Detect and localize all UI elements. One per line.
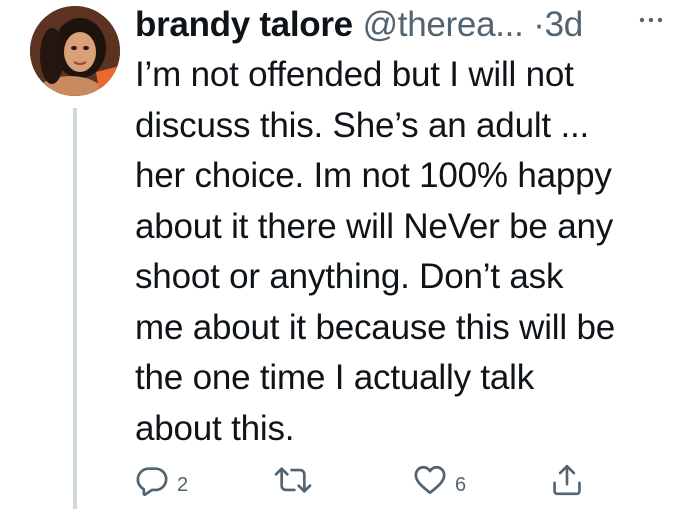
tweet-text: I’m not offended but I will not discuss … [135,50,695,454]
like-count: 6 [455,473,467,496]
retweet-button[interactable] [273,455,321,505]
like-button[interactable]: 6 [413,455,466,505]
author-handle[interactable]: @therea... [363,5,524,44]
retweet-icon [274,467,312,493]
avatar[interactable] [30,6,120,96]
heart-icon [414,465,446,495]
more-icon [639,17,663,23]
reply-icon [136,467,168,496]
author-name[interactable]: brandy talore [135,5,353,44]
tweet-text-line: shoot or anything. Don’t ask [135,257,564,296]
tweet-text-line: her choice. Im not 100% happy [135,156,612,195]
tweet-text-line: I’m not offended but I will not [135,55,574,94]
tweet-text-line: about this. [135,408,295,448]
action-bar: 2 6 [0,455,700,505]
tweet-text-line: me about it because this will be [135,307,615,347]
share-icon [553,464,581,496]
tweet-text-line: discuss this. She’s an adult ... [135,105,590,145]
tweet-text-line: about it there will NeVer be any [135,206,614,246]
tweet-text-line: the one time I actually talk [135,358,535,397]
tweet: brandy talore @therea... ·3d I’m not off… [0,0,700,509]
avatar-photo [30,6,120,96]
thread-line [73,108,77,509]
tweet-header: brandy talore @therea... ·3d [135,2,583,48]
reply-button[interactable]: 2 [135,455,188,505]
share-button[interactable] [550,455,584,505]
more-button[interactable] [636,8,666,32]
header-separator: · [533,5,545,44]
reply-count: 2 [177,473,189,496]
tweet-timestamp[interactable]: 3d [545,5,584,44]
